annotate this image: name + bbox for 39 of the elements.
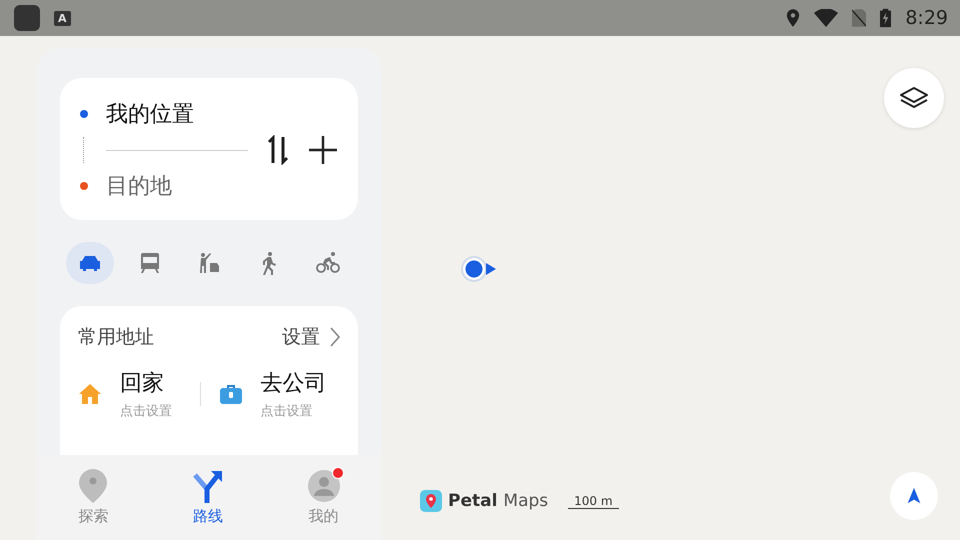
map-layers-button[interactable]: [884, 68, 944, 128]
address-title[interactable]: 去公司: [260, 368, 326, 398]
origin-dot: [80, 110, 88, 118]
house-icon: [78, 382, 102, 406]
route-fork-icon: [192, 469, 223, 503]
chevron-right-icon: [330, 327, 340, 347]
keyboard-notification-icon: A: [54, 10, 71, 26]
map[interactable]: 我的位置 目的地 常用地址 设置 回家 点击设置 去公司 点击设置 探索 路线 我的 Petal Maps 100 m: [0, 36, 960, 540]
briefcase-icon: [218, 382, 242, 406]
map-pin-icon: [79, 469, 108, 503]
nav-tab[interactable]: 路线: [192, 469, 223, 526]
map-scale: 100 m: [568, 494, 619, 508]
origin-field[interactable]: 我的位置: [106, 99, 194, 129]
address-hint: 点击设置: [120, 403, 172, 420]
swap-icon[interactable]: [266, 135, 290, 165]
layers-icon: [899, 86, 929, 110]
cyclist-icon: [316, 251, 340, 275]
locate-button[interactable]: [890, 472, 938, 520]
clock: 8:29: [905, 7, 948, 29]
brand-name: Petal: [448, 491, 498, 511]
transport-mode-tab[interactable]: [66, 242, 114, 284]
section-title: 常用地址: [78, 325, 154, 350]
address-hint: 点击设置: [260, 403, 314, 420]
add-icon[interactable]: [308, 135, 338, 165]
brand-name: Maps: [503, 491, 548, 511]
navigation-arrow-icon: [905, 487, 923, 505]
address-title[interactable]: 回家: [120, 368, 172, 398]
avatar-icon: [308, 470, 340, 502]
no-sim-icon: [852, 9, 866, 27]
pin-logo-icon: [420, 490, 442, 512]
app-icon: [14, 5, 40, 31]
dotted-line: [83, 137, 84, 163]
settings-link[interactable]: 设置: [282, 324, 340, 350]
location-icon: [786, 9, 800, 27]
destination-field[interactable]: 目的地: [106, 171, 172, 201]
battery-charging-icon: [880, 8, 892, 28]
wifi-icon: [814, 9, 838, 27]
person-hailing-car-icon: [197, 251, 221, 275]
destination-dot: [80, 182, 88, 190]
